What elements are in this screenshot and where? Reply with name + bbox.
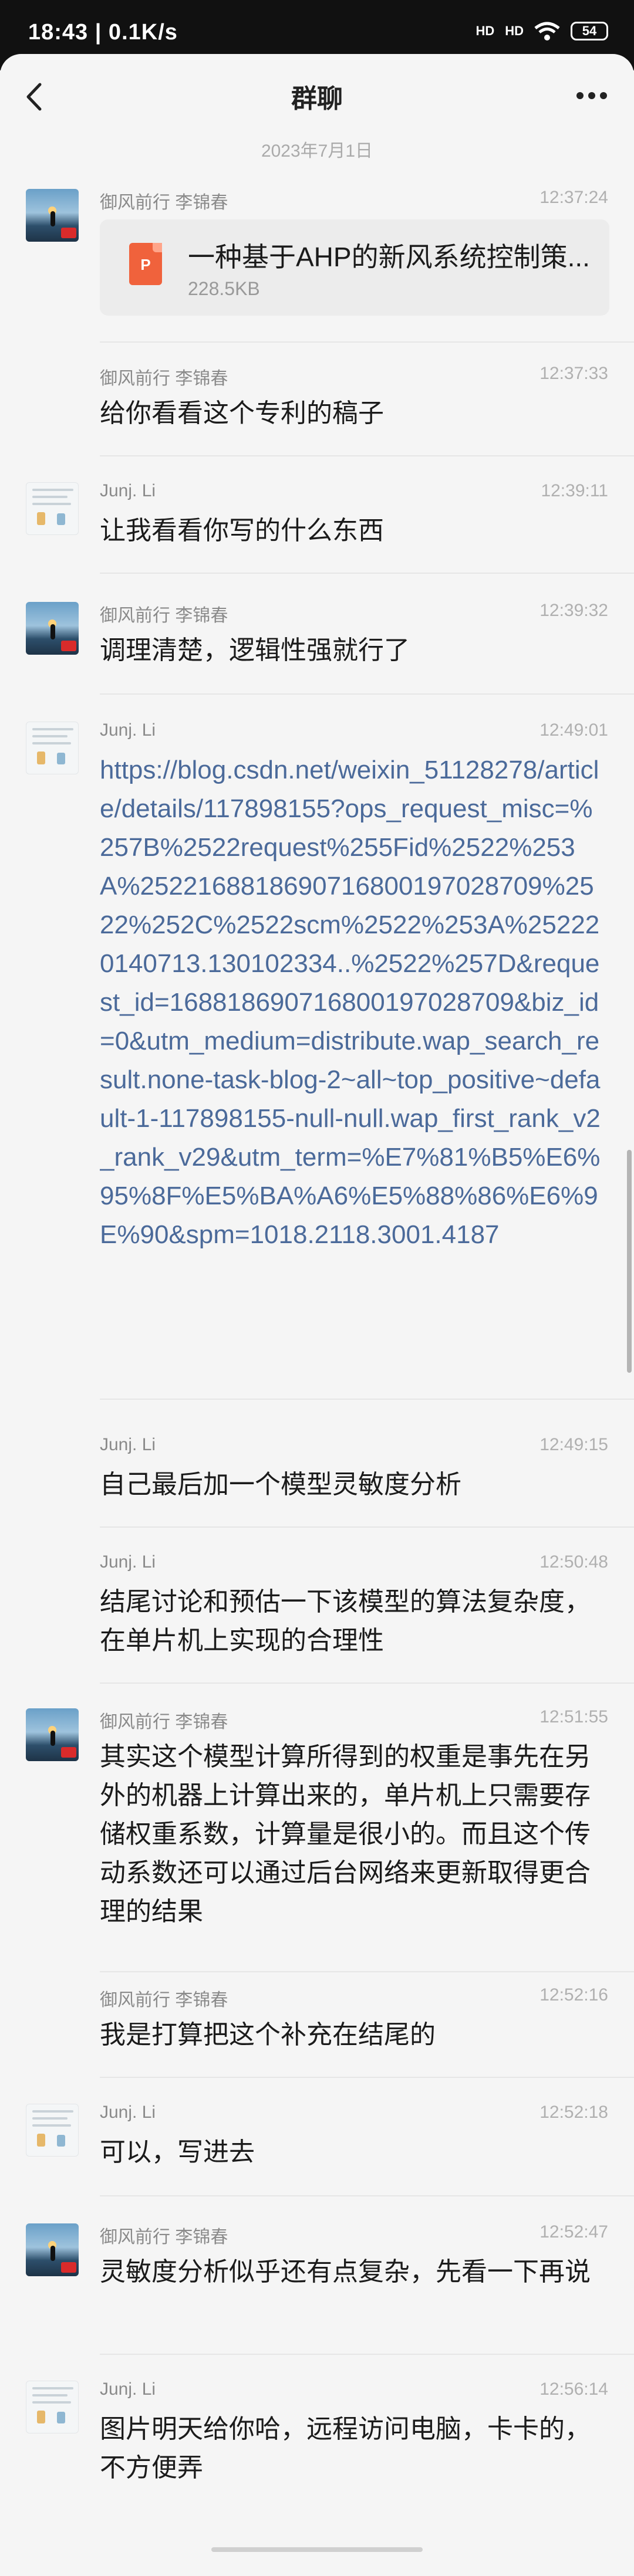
sender-name: Junj. Li xyxy=(100,1552,156,1572)
divider xyxy=(100,2354,634,2355)
message-time: 12:52:18 xyxy=(539,2103,608,2122)
sender-name: 御风前行 李锦春 xyxy=(100,193,228,212)
sender-name: Junj. Li xyxy=(100,720,156,740)
sender-name: Junj. Li xyxy=(100,1435,156,1454)
divider xyxy=(100,2077,634,2078)
avatar[interactable] xyxy=(26,189,79,242)
message-time: 12:52:47 xyxy=(539,2222,608,2242)
message-time: 12:51:55 xyxy=(539,1707,608,1727)
avatar[interactable] xyxy=(26,2381,79,2433)
avatar[interactable] xyxy=(26,602,79,655)
divider xyxy=(100,1526,634,1528)
sender-name: 御风前行 李锦春 xyxy=(100,1712,228,1732)
avatar[interactable] xyxy=(26,1708,79,1761)
avatar[interactable] xyxy=(26,2104,79,2157)
message-time: 12:56:14 xyxy=(539,2379,608,2399)
message-time: 12:37:24 xyxy=(539,188,608,207)
message-time: 12:37:33 xyxy=(539,364,608,383)
divider xyxy=(100,1971,634,1972)
divider xyxy=(100,455,634,456)
file-name: 一种基于AHP的新风系统控制策... xyxy=(188,242,590,272)
pdf-file-icon: P xyxy=(129,243,162,285)
message-link[interactable]: https://blog.csdn.net/weixin_51128278/ar… xyxy=(100,751,605,1370)
divider xyxy=(100,2195,634,2196)
sender-name: Junj. Li xyxy=(100,2103,156,2122)
file-size: 228.5KB xyxy=(188,278,260,299)
divider xyxy=(100,1683,634,1684)
scrollbar[interactable] xyxy=(627,1150,632,1373)
message-text: 自己最后加一个模型灵敏度分析 xyxy=(100,1470,461,1499)
divider xyxy=(100,341,634,343)
message-time: 12:49:01 xyxy=(539,720,608,740)
message-time: 12:50:48 xyxy=(539,1552,608,1572)
avatar[interactable] xyxy=(26,722,79,774)
message-text: 让我看看你写的什么东西 xyxy=(100,516,384,545)
wifi-icon xyxy=(534,22,560,40)
sender-name: 御风前行 李锦春 xyxy=(100,2228,228,2247)
divider xyxy=(100,693,634,695)
message-time: 12:39:32 xyxy=(539,601,608,620)
signal-icon-2: HD xyxy=(505,23,524,38)
message-text: 可以，写进去 xyxy=(100,2138,255,2167)
sender-name: 御风前行 李锦春 xyxy=(100,1991,228,2010)
message-text: 调理清楚，逻辑性强就行了 xyxy=(100,636,410,665)
status-time: 18:43 | 0.1K/s xyxy=(28,20,178,45)
page-title: 群聊 xyxy=(291,84,343,113)
sender-name: 御风前行 李锦春 xyxy=(100,369,228,388)
sender-name: Junj. Li xyxy=(100,2379,156,2399)
sender-name: Junj. Li xyxy=(100,481,156,500)
divider xyxy=(100,573,634,574)
sender-name: 御风前行 李锦春 xyxy=(100,606,228,625)
divider xyxy=(100,1399,634,1400)
home-indicator xyxy=(211,2547,423,2552)
avatar[interactable] xyxy=(26,482,79,535)
message-time: 12:49:15 xyxy=(539,1435,608,1454)
avatar[interactable] xyxy=(26,2223,79,2276)
file-card[interactable]: P 一种基于AHP的新风系统控制策... 228.5KB xyxy=(100,219,609,316)
message-text: 灵敏度分析似乎还有点复杂，先看一下再说 xyxy=(100,2257,591,2286)
message-text: 结尾讨论和预估一下该模型的算法复杂度，在单片机上实现的合理性 xyxy=(100,1587,591,1655)
battery-icon: 54 xyxy=(571,22,608,40)
message-text: 我是打算把这个补充在结尾的 xyxy=(100,2020,436,2049)
message-text: 给你看看这个专利的稿子 xyxy=(100,399,384,428)
message-time: 12:52:16 xyxy=(539,1985,608,2005)
status-icons: HD HD 54 xyxy=(476,21,608,41)
chat-header: 群聊 xyxy=(0,54,634,139)
signal-icon: HD xyxy=(476,23,495,38)
more-icon[interactable] xyxy=(575,87,608,104)
message-text: 图片明天给你哈，远程访问电脑，卡卡的，不方便弄 xyxy=(100,2415,591,2482)
message-text: 其实这个模型计算所得到的权重是事先在另外的机器上计算出来的，单片机上只需要存储权… xyxy=(100,1742,591,1926)
date-separator: 2023年7月1日 xyxy=(261,141,373,161)
message-time: 12:39:11 xyxy=(541,481,608,500)
